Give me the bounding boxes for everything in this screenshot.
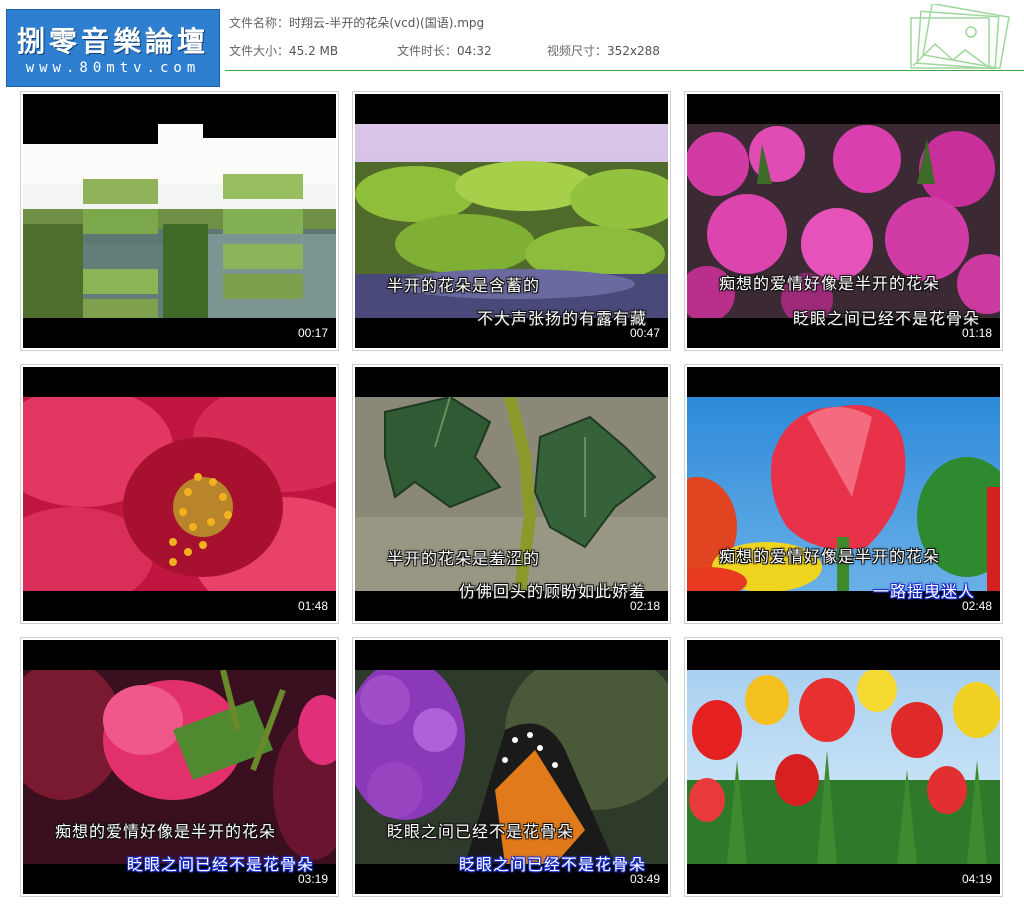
file-name-row: 文件名称：时翔云-半开的花朵(vcd)(国语).mpg: [229, 14, 484, 31]
timestamp: 04:19: [961, 872, 992, 886]
scene-lake-grass: [23, 124, 336, 318]
subtitle-line-1: 痴想的爱情好像是半开的花朵: [719, 274, 941, 293]
thumbnail-frame: 痴想的爱情好像是半开的花朵 眨眼之间已经不是花骨朵 03:19: [23, 640, 336, 894]
file-size-label: 文件大小：: [229, 44, 290, 58]
subtitle-line-2: 眨眼之间已经不是花骨朵: [459, 855, 647, 874]
duration-value: 04:32: [457, 44, 492, 58]
thumbnail[interactable]: 半开的花朵是羞涩的 仿佛回头的顾盼如此娇羞 02:18: [352, 364, 671, 624]
resolution-label: 视频尺寸：: [547, 44, 608, 58]
thumbnail[interactable]: 痴想的爱情好像是半开的花朵 眨眼之间已经不是花骨朵 01:18: [684, 91, 1003, 351]
thumbnail[interactable]: 01:48: [20, 364, 339, 624]
subtitle-line-2: 仿佛回头的顾盼如此娇羞: [459, 582, 647, 601]
subtitle-line-2: 眨眼之间已经不是花骨朵: [793, 309, 981, 328]
header-divider: [225, 70, 1024, 71]
thumbnail[interactable]: 眨眼之间已经不是花骨朵 眨眼之间已经不是花骨朵 03:49: [352, 637, 671, 897]
timestamp: 03:49: [629, 872, 660, 886]
timestamp: 00:47: [629, 326, 660, 340]
resolution-row: 视频尺寸：352x288: [547, 42, 660, 59]
timestamp: 03:19: [297, 872, 328, 886]
subtitle-line-2: 眨眼之间已经不是花骨朵: [127, 855, 315, 874]
subtitle-line-1: 痴想的爱情好像是半开的花朵: [55, 822, 277, 841]
thumbnail-frame: 眨眼之间已经不是花骨朵 眨眼之间已经不是花骨朵 03:49: [355, 640, 668, 894]
thumbnail[interactable]: 痴想的爱情好像是半开的花朵 一路摇曳迷人 02:48: [684, 364, 1003, 624]
subtitle-line-1: 半开的花朵是羞涩的: [387, 549, 541, 568]
file-size-row: 文件大小：45.2 MB: [229, 42, 338, 59]
file-name-value: 时翔云-半开的花朵(vcd)(国语).mpg: [289, 16, 485, 30]
logo-title: 捌零音樂論壇: [16, 25, 209, 58]
duration-row: 文件时长：04:32: [397, 42, 492, 59]
thumbnail[interactable]: 痴想的爱情好像是半开的花朵 眨眼之间已经不是花骨朵 03:19: [20, 637, 339, 897]
info-header: 捌零音樂論壇 www.80mtv.com 文件名称：时翔云-半开的花朵(vcd)…: [0, 0, 1024, 87]
thumbnail-frame: 00:17: [23, 94, 336, 348]
thumbnail[interactable]: 00:17: [20, 91, 339, 351]
thumbnail[interactable]: 半开的花朵是含蓄的 不大声张扬的有露有藏 00:47: [352, 91, 671, 351]
thumbnail-frame: 痴想的爱情好像是半开的花朵 一路摇曳迷人 02:48: [687, 367, 1000, 621]
thumbnail-frame: 痴想的爱情好像是半开的花朵 眨眼之间已经不是花骨朵 01:18: [687, 94, 1000, 348]
file-name-label: 文件名称：: [229, 16, 290, 30]
thumbnail-frame: 半开的花朵是含蓄的 不大声张扬的有露有藏 00:47: [355, 94, 668, 348]
timestamp: 02:18: [629, 599, 660, 613]
subtitle-line-2: 不大声张扬的有露有藏: [477, 309, 648, 328]
thumbnail-frame: 04:19: [687, 640, 1000, 894]
subtitle-line-2: 一路摇曳迷人: [873, 582, 976, 601]
resolution-value: 352x288: [607, 44, 660, 58]
scene-camellia: [23, 397, 336, 591]
picture-stack-icon: [910, 4, 1010, 70]
logo-url: www.80mtv.com: [25, 60, 201, 76]
thumbnail[interactable]: 04:19: [684, 637, 1003, 897]
timestamp: 01:48: [297, 599, 328, 613]
duration-label: 文件时长：: [397, 44, 458, 58]
thumbnail-frame: 半开的花朵是羞涩的 仿佛回头的顾盼如此娇羞 02:18: [355, 367, 668, 621]
timestamp: 00:17: [297, 326, 328, 340]
subtitle-line-1: 眨眼之间已经不是花骨朵: [387, 822, 575, 841]
file-size-value: 45.2 MB: [289, 44, 339, 58]
timestamp: 02:48: [961, 599, 992, 613]
thumbnail-frame: 01:48: [23, 367, 336, 621]
scene-tulip-field: [687, 670, 1000, 864]
forum-logo: 捌零音樂論壇 www.80mtv.com: [6, 9, 220, 87]
subtitle-line-1: 半开的花朵是含蓄的: [387, 276, 541, 295]
subtitle-line-1: 痴想的爱情好像是半开的花朵: [719, 547, 941, 566]
timestamp: 01:18: [961, 326, 992, 340]
